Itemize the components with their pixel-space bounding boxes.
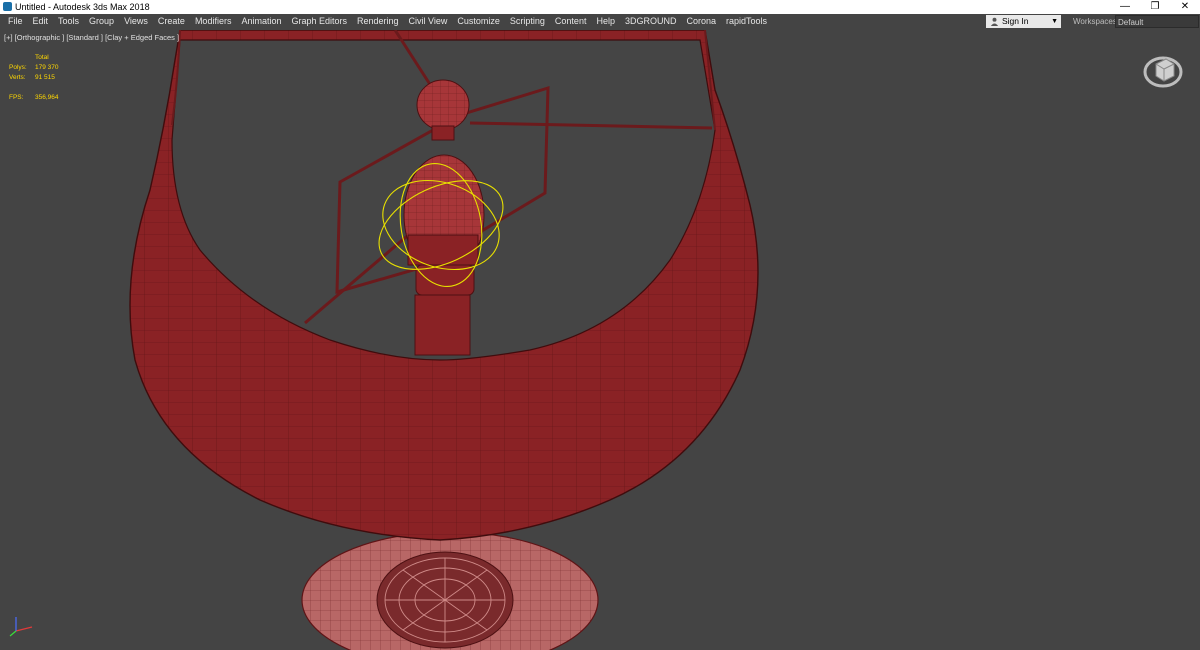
workspaces-label: Workspaces: — [1073, 17, 1120, 26]
menu-graph-editors[interactable]: Graph Editors — [286, 14, 352, 30]
menu-rendering[interactable]: Rendering — [352, 14, 404, 30]
menu-help[interactable]: Help — [591, 14, 620, 30]
menu-civil-view[interactable]: Civil View — [404, 14, 453, 30]
menu-corona[interactable]: Corona — [681, 14, 721, 30]
menu-views[interactable]: Views — [119, 14, 153, 30]
chevron-down-icon: ▼ — [1051, 18, 1058, 25]
menu-items: File Edit Tools Group Views Create Modif… — [0, 14, 772, 30]
sign-in-label: Sign In — [1002, 16, 1029, 26]
title-bar: Untitled - Autodesk 3ds Max 2018 — ❐ ✕ — [0, 0, 1200, 14]
close-button[interactable]: ✕ — [1170, 0, 1200, 14]
stats-header: Total — [35, 54, 49, 61]
polys-value: 179 370 — [35, 64, 59, 71]
viewport-label[interactable]: [+] [Orthographic ] [Standard ] [Clay + … — [4, 33, 179, 42]
menu-bar: File Edit Tools Group Views Create Modif… — [0, 14, 1200, 31]
axis-tripod-icon — [9, 617, 33, 637]
menu-scripting[interactable]: Scripting — [505, 14, 550, 30]
menu-file[interactable]: File — [0, 14, 28, 30]
fps-label: FPS: — [9, 94, 24, 101]
lamp-base — [301, 531, 599, 650]
window-title: Untitled - Autodesk 3ds Max 2018 — [15, 2, 150, 12]
viewcube-icon[interactable] — [1140, 46, 1186, 92]
viewport-orthographic[interactable]: [+] [Orthographic ] [Standard ] [Clay + … — [0, 30, 1200, 650]
menu-modifiers[interactable]: Modifiers — [190, 14, 237, 30]
restore-button[interactable]: ❐ — [1140, 0, 1170, 14]
menu-create[interactable]: Create — [153, 14, 190, 30]
lamp-model — [129, 30, 759, 650]
menu-3dground[interactable]: 3DGROUND — [620, 14, 682, 30]
sign-in-button[interactable]: Sign In ▼ — [986, 15, 1061, 28]
fps-value: 356,964 — [35, 94, 59, 101]
menu-rapidtools[interactable]: rapidTools — [721, 14, 772, 30]
menu-content[interactable]: Content — [550, 14, 592, 30]
menu-customize[interactable]: Customize — [452, 14, 505, 30]
menu-tools[interactable]: Tools — [53, 14, 84, 30]
minimize-button[interactable]: — — [1110, 0, 1140, 14]
menu-group[interactable]: Group — [84, 14, 119, 30]
verts-label: Verts: — [9, 74, 26, 81]
workspaces-select[interactable]: Default — [1115, 15, 1199, 28]
menu-animation[interactable]: Animation — [236, 14, 286, 30]
polys-label: Polys: — [9, 64, 27, 71]
verts-value: 91 515 — [35, 74, 55, 81]
app-icon — [3, 2, 12, 11]
menu-edit[interactable]: Edit — [28, 14, 54, 30]
window-controls: — ❐ ✕ — [1110, 0, 1200, 14]
user-icon — [990, 17, 999, 26]
